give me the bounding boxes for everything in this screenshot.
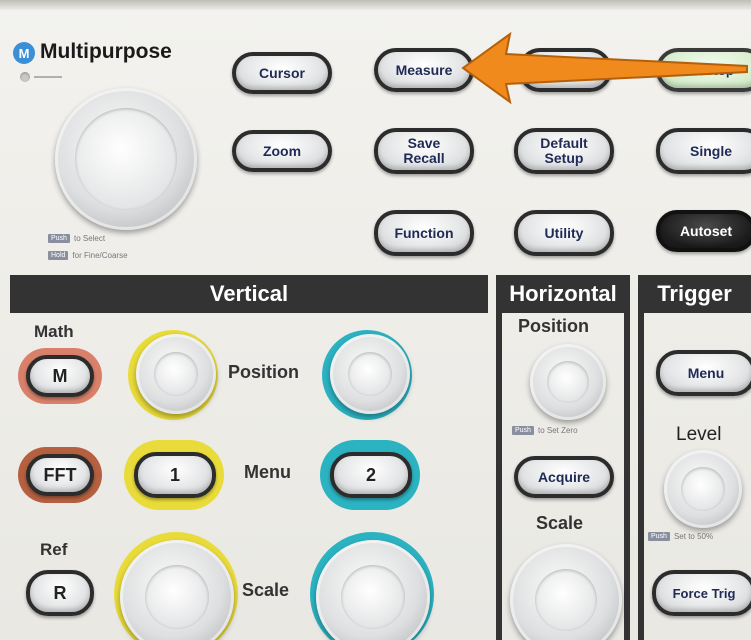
panel-top-edge [0,0,751,10]
vertical-header: Vertical [10,275,488,313]
math-button[interactable]: M [26,355,94,397]
ch2-button[interactable]: 2 [330,452,412,498]
arrow-icon [461,31,748,105]
multipurpose-badge: M [13,42,35,64]
hold-tag: Hold [48,251,69,260]
trigger-header: Trigger [638,275,751,313]
horizontal-scale-label: Scale [536,513,584,533]
horizontal-position-knob[interactable] [530,344,606,420]
force-trig-button[interactable]: Force Trig [652,570,751,616]
menu-label: Menu [244,462,291,482]
single-button[interactable]: Single [656,128,751,174]
hint-text: for Fine/Coarse [72,251,128,260]
oscilloscope-front-panel: M Multipurpose Push to Select Hold for F… [0,0,751,640]
scale-label: Scale [242,580,290,600]
multipurpose-title: Multipurpose [40,40,172,63]
multipurpose-knob[interactable] [55,88,197,230]
multipurpose-hint-fine: Hold for Fine/Coarse [48,251,128,260]
push-tag: Push [648,532,670,541]
multipurpose-led [20,72,30,82]
utility-button[interactable]: Utility [514,210,614,256]
ch1-button[interactable]: 1 [134,452,216,498]
math-label: Math [34,322,74,341]
acquire-button[interactable]: Acquire [514,456,614,498]
multipurpose-hint-select: Push to Select [48,234,105,243]
horizontal-frame-right [624,313,630,640]
autoset-button[interactable]: Autoset [656,210,751,252]
multipurpose-led-line [34,76,62,78]
trigger-push-hint: Push Set to 50% [648,532,713,541]
ref-label: Ref [40,540,68,559]
trigger-level-label: Level [676,424,722,445]
push-tag: Push [512,426,534,435]
ref-button[interactable]: R [26,570,94,616]
push-tag: Push [48,234,70,243]
hint-text: Set to 50% [673,532,714,541]
ch1-position-knob[interactable] [136,334,216,414]
default-setup-button[interactable]: Default Setup [514,128,614,174]
horizontal-push-hint: Push to Set Zero [512,426,578,435]
function-button[interactable]: Function [374,210,474,256]
horizontal-position-label: Position [518,316,589,336]
hint-text: to Set Zero [537,426,578,435]
zoom-button[interactable]: Zoom [232,130,332,172]
ch2-position-knob[interactable] [330,334,410,414]
trigger-frame-left [638,313,644,640]
position-label: Position [228,362,299,382]
horizontal-header: Horizontal [496,275,630,313]
trigger-level-knob[interactable] [664,450,742,528]
trigger-menu-button[interactable]: Menu [656,350,751,396]
hint-text: to Select [73,234,106,243]
save-recall-button[interactable]: Save Recall [374,128,474,174]
horizontal-frame-left [496,313,502,640]
cursor-button[interactable]: Cursor [232,52,332,94]
horizontal-scale-knob[interactable] [510,544,622,640]
fft-button[interactable]: FFT [26,454,94,496]
